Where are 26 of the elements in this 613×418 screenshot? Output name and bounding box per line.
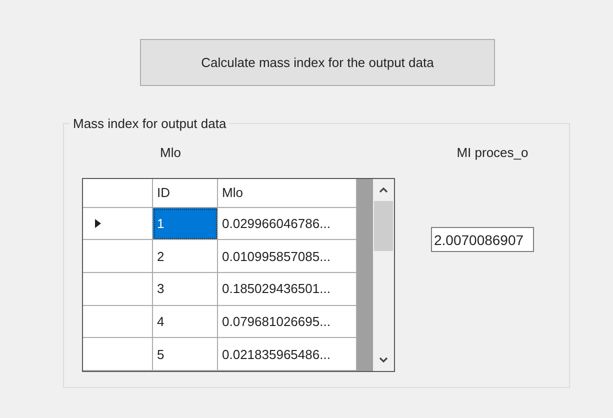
column-header[interactable]: ID (153, 179, 218, 208)
table-cell[interactable]: 0.021835965486... (218, 338, 357, 371)
table-cell[interactable]: 4 (153, 306, 218, 338)
row-header[interactable] (83, 208, 153, 240)
result-field[interactable]: 2.0070086907 (431, 227, 534, 252)
table-cell[interactable]: 0.010995857085... (218, 240, 357, 274)
table-cell[interactable]: 3 (153, 273, 218, 306)
scrollbar-thumb[interactable] (374, 201, 393, 251)
row-header[interactable] (83, 240, 153, 274)
table-cell[interactable]: 0.029966046786... (218, 208, 357, 240)
table-cell[interactable]: 5 (153, 338, 218, 371)
grid-label: Mlo (160, 145, 182, 160)
scrollbar[interactable] (373, 179, 394, 371)
column-header[interactable]: Mlo (218, 179, 357, 208)
row-header[interactable] (83, 273, 153, 306)
table-cell[interactable]: 0.079681026695... (218, 306, 357, 338)
calculate-button[interactable]: Calculate mass index for the output data (140, 39, 495, 86)
group-title: Mass index for output data (72, 116, 228, 131)
table-cell[interactable]: 2 (153, 240, 218, 274)
row-header[interactable] (83, 306, 153, 338)
table-cell[interactable]: 1 (153, 208, 218, 240)
scroll-down-icon[interactable] (379, 357, 388, 363)
table-cell[interactable]: 0.185029436501... (218, 273, 357, 306)
result-label: MI proces_o (456, 145, 528, 160)
row-header[interactable] (83, 338, 153, 371)
scroll-up-icon[interactable] (379, 187, 388, 193)
